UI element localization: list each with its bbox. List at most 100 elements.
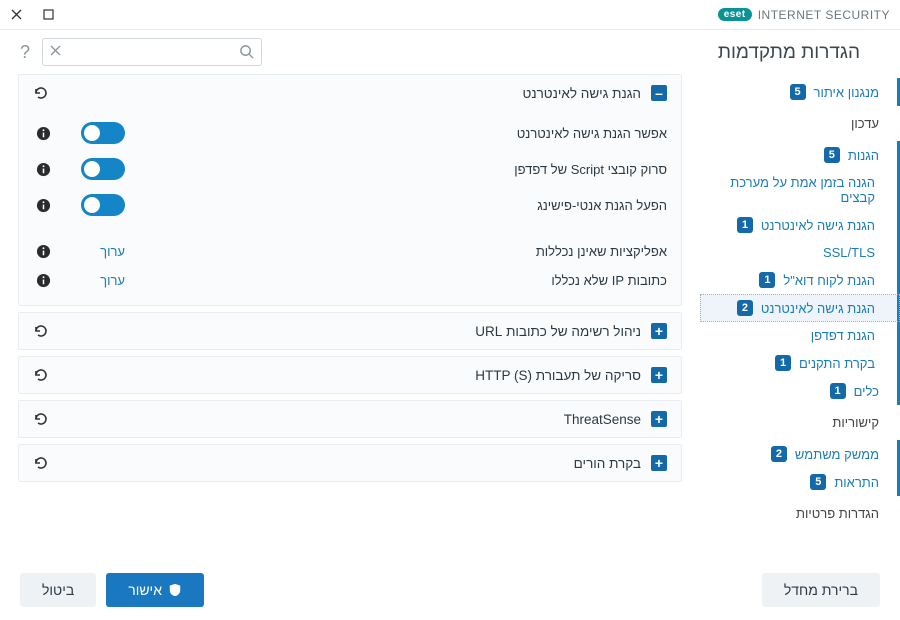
info-icon[interactable] [33,126,51,141]
section-4: + בקרת הורים [18,444,682,482]
sidebar-item-0[interactable]: מנגנון איתור 5 [700,78,900,106]
setting-label: סרוק קובצי Script של דפדפן [139,162,667,177]
sidebar-item-label: הגנת גישה לאינטרנט [761,301,875,316]
badge: 5 [790,84,806,100]
section-header[interactable]: + סריקה של תעבורת HTTP (S)‎ [19,357,681,393]
badge: 2 [737,300,753,316]
sidebar-item-label: מנגנון איתור [814,85,880,100]
help-icon[interactable]: ? [20,42,30,63]
sidebar-item-12[interactable]: ממשק משתמש2 [700,440,900,468]
sidebar-item-7[interactable]: הגנת גישה לאינטרנט 2 [700,294,900,322]
brand-text: INTERNET SECURITY [758,8,890,22]
default-button[interactable]: ברירת מחדל [762,573,880,607]
revert-icon[interactable] [33,85,49,101]
toggle-switch[interactable] [81,158,125,180]
badge: 1 [759,272,775,288]
setting-label: אפליקציות שאינן נכללות [139,244,667,259]
expand-icon[interactable]: + [651,411,667,427]
setting-control [65,194,125,216]
revert-icon[interactable] [33,411,49,427]
sidebar-item-3[interactable]: הגנה בזמן אמת על מערכת קבצים [700,169,900,211]
expand-icon[interactable]: + [651,367,667,383]
badge: 5 [824,147,840,163]
sidebar-item-label: הגנת דפדפן [811,328,875,343]
toggle-switch[interactable] [81,122,125,144]
revert-icon[interactable] [33,323,49,339]
sidebar-item-label: התראות [834,475,879,490]
setting-row: כתובות IP שלא נכללו ערוך [33,266,667,295]
sidebar-item-9[interactable]: בקרת התקנים 1 [700,349,900,377]
section-title: בקרת הורים [59,456,641,471]
sidebar-item-10[interactable]: כלים1 [700,377,900,405]
sidebar-item-5[interactable]: SSL/TLS [700,239,900,266]
sidebar-item-label: הגדרות פרטיות [796,506,879,521]
badge: 5 [810,474,826,490]
expand-icon[interactable]: + [651,323,667,339]
section-header[interactable]: –הגנת גישה לאינטרנט [19,75,681,111]
titlebar: eset INTERNET SECURITY [0,0,900,30]
info-icon[interactable] [33,244,51,259]
ok-button[interactable]: אישור [106,573,204,607]
sidebar-item-13[interactable]: התראות 5 [700,468,900,496]
sidebar-item-label: קישוריות [832,415,879,430]
setting-row: הפעל הגנת אנטי-פישינג [33,187,667,223]
section-2: + סריקה של תעבורת HTTP (S)‎ [18,356,682,394]
search-input[interactable] [42,38,262,66]
page-title: הגדרות מתקדמות [718,42,860,64]
window-controls [10,9,54,21]
search-clear-icon[interactable] [50,45,61,56]
footer: ברירת מחדל אישור ביטול [0,560,900,620]
section-header[interactable]: + בקרת הורים [19,445,681,481]
sidebar-item-4[interactable]: הגנת גישה לאינטרנט 1 [700,211,900,239]
maximize-icon[interactable] [42,9,54,21]
sidebar-item-label: עדכון [851,116,879,131]
sidebar-item-8[interactable]: הגנת דפדפן [700,322,900,349]
setting-control [65,122,125,144]
setting-label: כתובות IP שלא נכללו [139,273,667,288]
setting-control [65,158,125,180]
badge: 1 [775,355,791,371]
expand-icon[interactable]: + [651,455,667,471]
revert-icon[interactable] [33,455,49,471]
sidebar-item-6[interactable]: הגנת לקוח דוא"ל 1 [700,266,900,294]
setting-control: ערוך [65,244,125,259]
setting-row: אפליקציות שאינן נכללות ערוך [33,237,667,266]
badge: 2 [771,446,787,462]
search-field[interactable] [42,38,262,66]
collapse-icon[interactable]: – [651,85,667,101]
sidebar-item-1[interactable]: עדכון [700,106,900,141]
info-icon[interactable] [33,198,51,213]
section-title: ניהול רשימה של כתובות URL [59,324,641,339]
edit-link[interactable]: ערוך [100,244,125,259]
sidebar: מנגנון איתור 5 עדכון הגנות 5 הגנה בזמן אמת על… [700,74,900,604]
sidebar-item-label: הגנה בזמן אמת על מערכת קבצים [710,175,875,205]
sidebar-item-label: הגנות [848,148,879,163]
shield-icon [168,583,182,597]
ok-button-label: אישור [128,582,162,598]
cancel-button[interactable]: ביטול [20,573,96,607]
sidebar-item-label: בקרת התקנים [799,356,875,371]
sidebar-item-label: הגנת גישה לאינטרנט [761,218,875,233]
section-header[interactable]: + ניהול רשימה של כתובות URL [19,313,681,349]
edit-link[interactable]: ערוך [100,273,125,288]
section-title: הגנת גישה לאינטרנט [59,86,641,101]
sidebar-item-2[interactable]: הגנות 5 [700,141,900,169]
badge: 1 [737,217,753,233]
info-icon[interactable] [33,162,51,177]
setting-label: הפעל הגנת אנטי-פישינג [139,198,667,213]
section-1: + ניהול רשימה של כתובות URL [18,312,682,350]
setting-row: סרוק קובצי Script של דפדפן [33,151,667,187]
revert-icon[interactable] [33,367,49,383]
sidebar-item-11[interactable]: קישוריות [700,405,900,440]
close-icon[interactable] [10,9,22,21]
section-body: אפשר הגנת גישה לאינטרנטסרוק קובצי Script… [19,111,681,305]
section-header[interactable]: + ThreatSense [19,401,681,437]
sidebar-item-label: הגנת לקוח דוא"ל [783,273,875,288]
section-title: סריקה של תעבורת HTTP (S)‎ [59,368,641,383]
sidebar-item-14[interactable]: הגדרות פרטיות [700,496,900,531]
info-icon[interactable] [33,273,51,288]
badge: 1 [830,383,846,399]
brand-pill: eset [718,8,752,21]
toggle-switch[interactable] [81,194,125,216]
section-title: ThreatSense [59,412,641,427]
